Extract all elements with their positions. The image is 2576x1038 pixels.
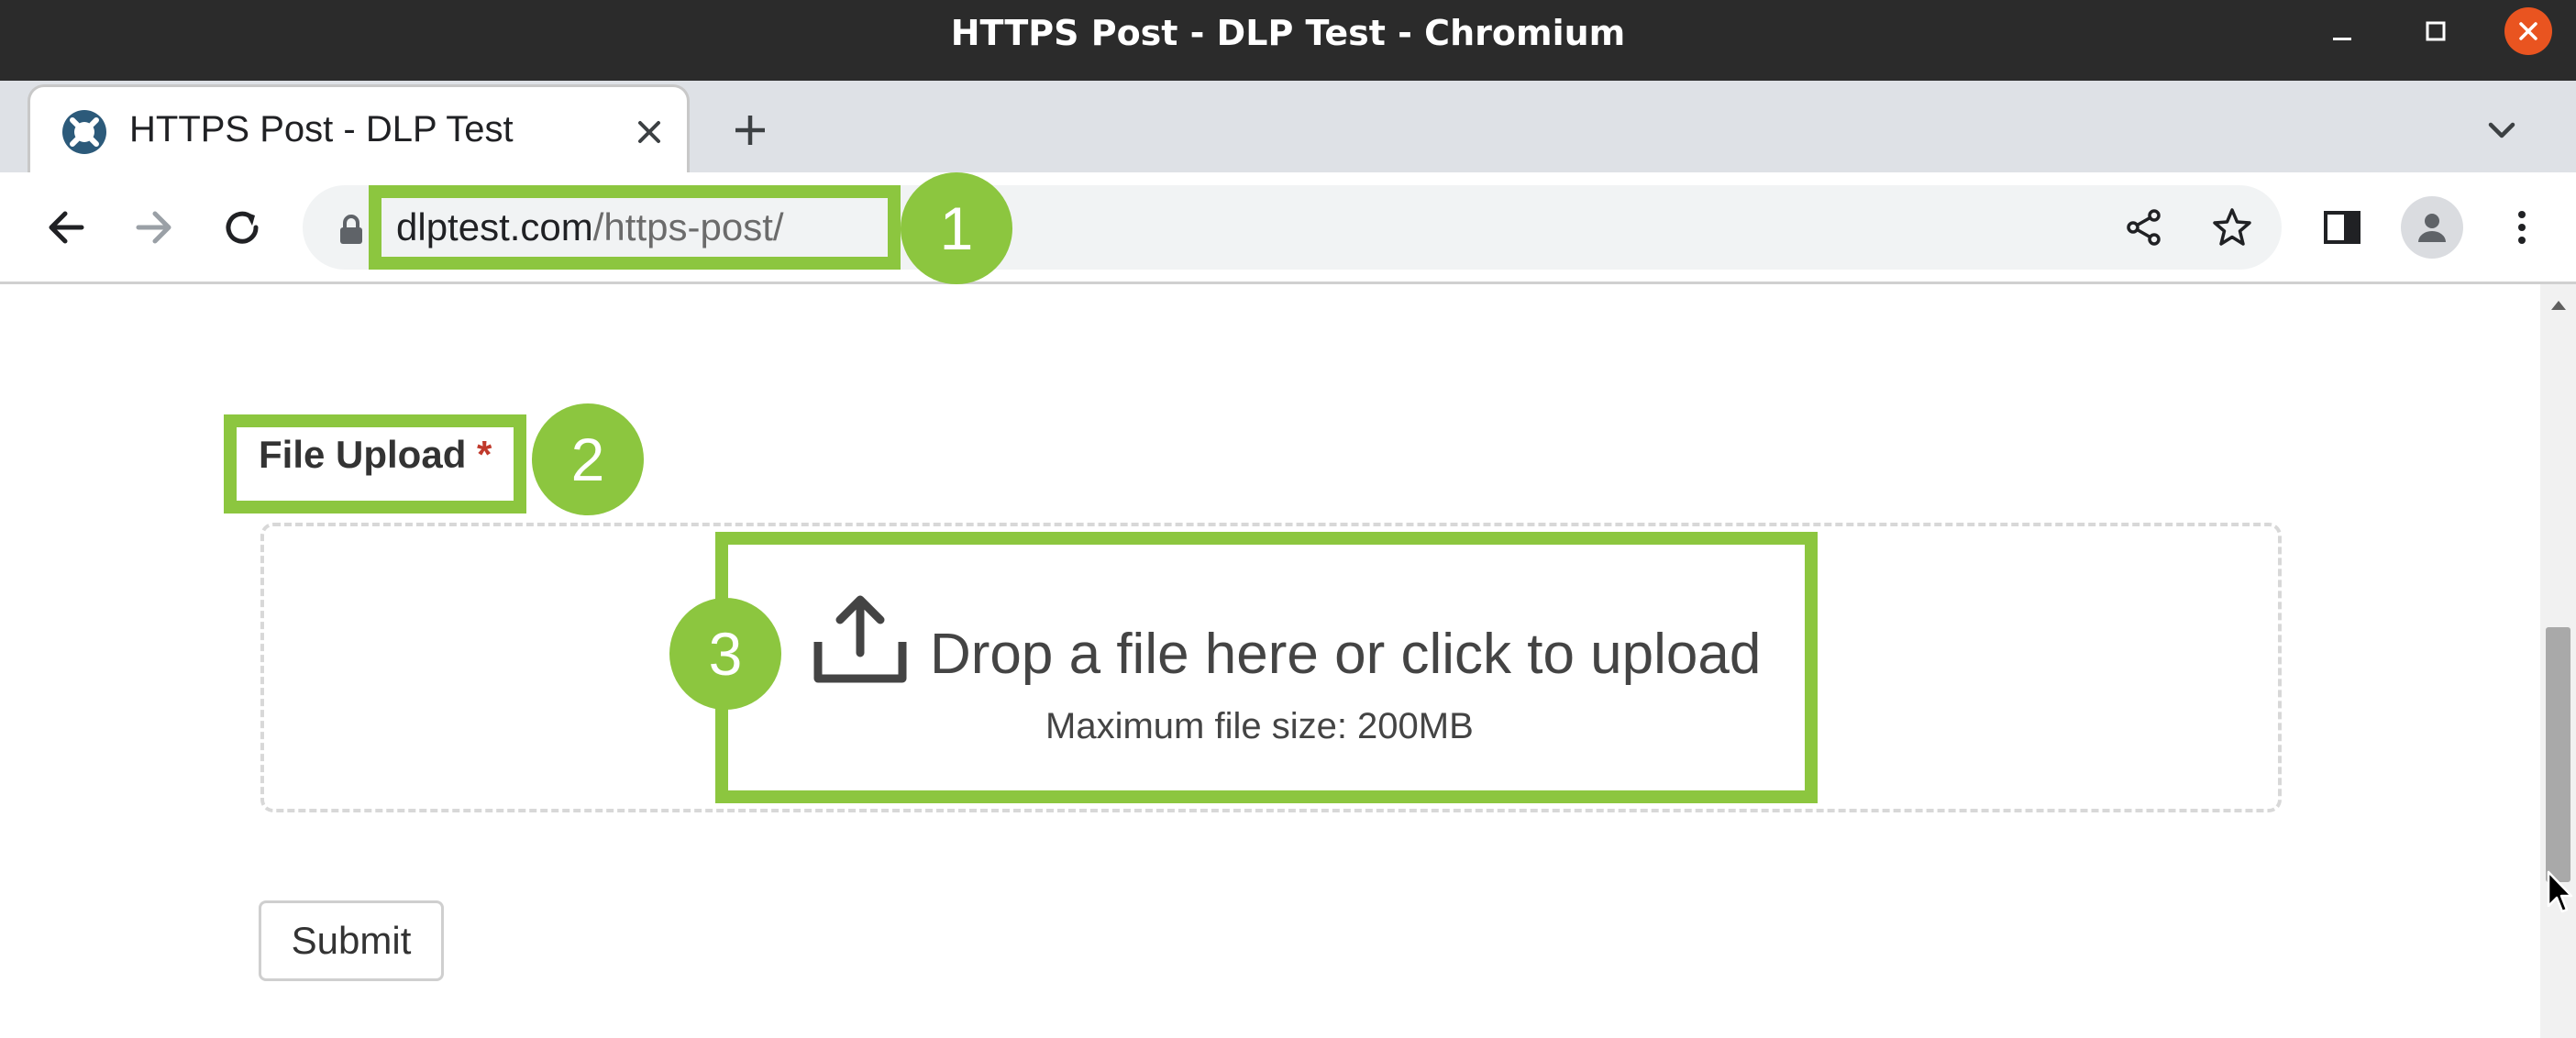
bookmark-button[interactable] [2205,200,2260,255]
minimize-icon [2333,38,2351,40]
side-panel-icon [2324,211,2360,244]
mouse-cursor-icon [2547,870,2573,913]
star-icon [2213,208,2251,246]
back-arrow-icon [49,211,84,244]
share-icon [2127,209,2161,246]
reload-icon [226,211,259,244]
menu-button[interactable] [2494,200,2549,255]
reload-button[interactable] [213,198,271,257]
scrollbar-thumb[interactable] [2546,627,2570,882]
minimize-button[interactable] [2320,9,2364,53]
close-window-button[interactable] [2504,7,2552,55]
maximize-icon [2426,21,2446,41]
plus-icon [735,116,765,145]
maximize-button[interactable] [2414,9,2458,53]
dlptest-logo-icon [62,110,106,154]
close-tab-icon[interactable] [632,115,667,149]
forward-arrow-icon [136,211,171,244]
tab-title: HTTPS Post - DLP Test [129,109,514,149]
submit-button[interactable]: Submit [259,900,444,981]
lock-icon[interactable] [336,213,367,246]
window-titlebar: HTTPS Post - DLP Test - Chromium [0,0,2576,81]
scroll-up-arrow-icon[interactable] [2549,297,2568,312]
step-badge-1: 1 [901,172,1012,284]
chevron-down-icon [2488,122,2515,138]
highlight-box-address [369,185,901,270]
close-icon [2519,22,2537,40]
profile-button[interactable] [2401,196,2463,259]
side-panel-button[interactable] [2315,200,2370,255]
highlight-box-label [224,414,526,513]
window-title: HTTPS Post - DLP Test - Chromium [950,13,1626,53]
avatar-icon [2418,214,2446,242]
forward-button[interactable] [125,198,183,257]
back-button[interactable] [37,198,95,257]
kebab-menu-icon [2518,211,2526,244]
new-tab-button[interactable] [724,105,776,156]
browser-tab[interactable]: HTTPS Post - DLP Test [28,84,690,176]
step-badge-3: 3 [669,598,781,710]
tab-search-button[interactable] [2476,105,2527,156]
highlight-box-dropzone [715,532,1818,803]
step-badge-2: 2 [532,403,644,515]
share-button[interactable] [2117,200,2172,255]
